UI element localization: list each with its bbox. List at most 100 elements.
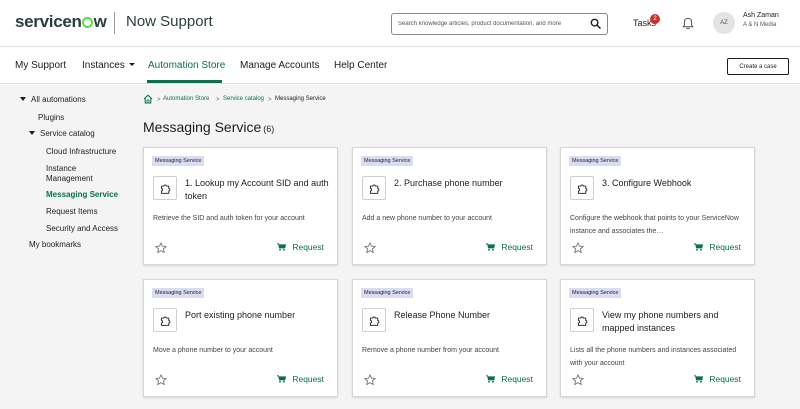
card-icon-frame xyxy=(362,176,386,200)
sidebar-item-label: All automations xyxy=(31,95,86,104)
sidebar-item-all-automations[interactable]: All automations xyxy=(20,95,86,104)
catalog-card[interactable]: Messaging Service Release Phone Number R… xyxy=(352,279,547,397)
request-button[interactable]: Request xyxy=(486,242,533,254)
breadcrumb-service-catalog[interactable]: Service catalog xyxy=(223,96,264,102)
sidebar-item-messaging-service[interactable]: Messaging Service xyxy=(46,190,118,199)
card-description: Remove a phone number from your account xyxy=(362,347,499,354)
card-description: Configure the webhook that points to you… xyxy=(570,215,739,235)
search-box[interactable] xyxy=(391,13,608,35)
search-input[interactable] xyxy=(398,17,588,31)
nav-my-support[interactable]: My Support xyxy=(15,60,66,71)
card-description: Retrieve the SID and auth token for your… xyxy=(153,215,305,222)
request-button[interactable]: Request xyxy=(694,374,741,386)
star-icon[interactable] xyxy=(364,374,376,386)
category-tag: Messaging Service xyxy=(569,288,622,298)
star-icon[interactable] xyxy=(572,374,584,386)
sidebar-item-plugins[interactable]: Plugins xyxy=(38,113,64,122)
card-title[interactable]: 2. Purchase phone number xyxy=(394,177,538,190)
request-button[interactable]: Request xyxy=(694,242,741,254)
user-name[interactable]: Ash Zaman xyxy=(743,12,779,19)
puzzle-icon xyxy=(369,316,380,326)
card-icon-frame xyxy=(570,308,594,332)
sidebar-item-cloud-infrastructure[interactable]: Cloud Infrastructure xyxy=(46,147,116,156)
catalog-card[interactable]: Messaging Service 2. Purchase phone numb… xyxy=(352,147,547,265)
site-header: servicenw Now Support Tasks 2 AZ Ash Zam… xyxy=(0,0,800,47)
sidebar-item-label: Management xyxy=(46,174,93,183)
star-icon[interactable] xyxy=(155,374,167,386)
sidebar-item-security-and-access[interactable]: Security and Access xyxy=(46,224,118,233)
search-icon[interactable] xyxy=(590,18,601,29)
category-tag: Messaging Service xyxy=(569,156,622,166)
puzzle-icon xyxy=(577,184,588,194)
request-button[interactable]: Request xyxy=(277,242,324,254)
catalog-card[interactable]: Messaging Service Port existing phone nu… xyxy=(143,279,338,397)
card-title[interactable]: 3. Configure Webhook xyxy=(602,177,746,190)
request-button[interactable]: Request xyxy=(277,374,324,386)
card-title[interactable]: 1. Lookup my Account SID and auth token xyxy=(185,177,329,203)
request-label: Request xyxy=(501,374,533,384)
card-title[interactable]: View my phone numbers and mapped instanc… xyxy=(602,309,746,335)
card-icon-frame xyxy=(153,308,177,332)
user-organization: A & N Media xyxy=(743,22,777,28)
create-case-button[interactable]: Create a case xyxy=(727,58,789,75)
puzzle-icon xyxy=(577,316,588,326)
request-label: Request xyxy=(292,242,324,252)
breadcrumb-separator: > xyxy=(216,97,220,103)
home-icon[interactable] xyxy=(143,94,153,104)
request-label: Request xyxy=(292,374,324,384)
sidebar-item-request-items[interactable]: Request Items xyxy=(46,207,98,216)
nav-manage-accounts[interactable]: Manage Accounts xyxy=(240,60,320,71)
card-description: Add a new phone number to your account xyxy=(362,215,492,222)
catalog-card[interactable]: Messaging Service View my phone numbers … xyxy=(560,279,755,397)
nav-help-center[interactable]: Help Center xyxy=(334,60,387,71)
nav-instances-label: Instances xyxy=(82,60,125,71)
puzzle-icon xyxy=(369,184,380,194)
servicenow-logo[interactable]: servicen w xyxy=(15,12,107,32)
nav-instances[interactable]: Instances xyxy=(82,60,135,71)
tasks-count-badge: 2 xyxy=(650,14,660,24)
expand-icon xyxy=(20,97,26,101)
star-icon[interactable] xyxy=(364,242,376,254)
main-nav: My Support Instances Automation Store Ma… xyxy=(0,48,800,84)
category-tag: Messaging Service xyxy=(152,156,205,166)
star-icon[interactable] xyxy=(572,242,584,254)
request-button[interactable]: Request xyxy=(486,374,533,386)
request-label: Request xyxy=(709,242,741,252)
portal-title[interactable]: Now Support xyxy=(126,13,213,30)
main-content: All automations Plugins Service catalog … xyxy=(0,85,800,409)
category-tag: Messaging Service xyxy=(361,288,414,298)
sidebar-item-instance-management[interactable]: Instance Management xyxy=(46,164,93,184)
star-icon[interactable] xyxy=(155,242,167,254)
card-title[interactable]: Port existing phone number xyxy=(185,309,329,322)
breadcrumb-current: Messaging Service xyxy=(275,96,326,102)
breadcrumb-separator: > xyxy=(157,97,161,103)
page-title: Messaging Service (6) xyxy=(143,119,274,135)
card-description: Lists all the phone numbers and instance… xyxy=(570,347,737,367)
cart-icon xyxy=(277,375,287,383)
category-tag: Messaging Service xyxy=(152,288,205,298)
catalog-card[interactable]: Messaging Service 1. Lookup my Account S… xyxy=(143,147,338,265)
nav-automation-store[interactable]: Automation Store xyxy=(148,60,225,71)
cart-icon xyxy=(694,243,704,251)
bell-icon[interactable] xyxy=(682,17,694,30)
breadcrumb-automation-store[interactable]: Automation Store xyxy=(163,96,209,102)
sidebar-item-my-bookmarks[interactable]: My bookmarks xyxy=(29,240,81,249)
breadcrumb-separator: > xyxy=(268,97,272,103)
puzzle-icon xyxy=(160,316,171,326)
sidebar-item-service-catalog[interactable]: Service catalog xyxy=(29,129,95,138)
card-icon-frame xyxy=(570,176,594,200)
cart-icon xyxy=(486,375,496,383)
avatar[interactable]: AZ xyxy=(713,12,735,34)
expand-icon xyxy=(29,131,35,135)
sidebar-item-label: Instance xyxy=(46,164,77,173)
header-divider xyxy=(114,12,115,34)
page-title-text: Messaging Service xyxy=(143,119,262,135)
result-count: (6) xyxy=(263,124,275,134)
catalog-card[interactable]: Messaging Service 3. Configure Webhook C… xyxy=(560,147,755,265)
active-nav-indicator xyxy=(147,80,222,83)
request-label: Request xyxy=(501,242,533,252)
puzzle-icon xyxy=(160,184,171,194)
card-icon-frame xyxy=(153,176,177,200)
card-title[interactable]: Release Phone Number xyxy=(394,309,538,322)
cart-icon xyxy=(694,375,704,383)
